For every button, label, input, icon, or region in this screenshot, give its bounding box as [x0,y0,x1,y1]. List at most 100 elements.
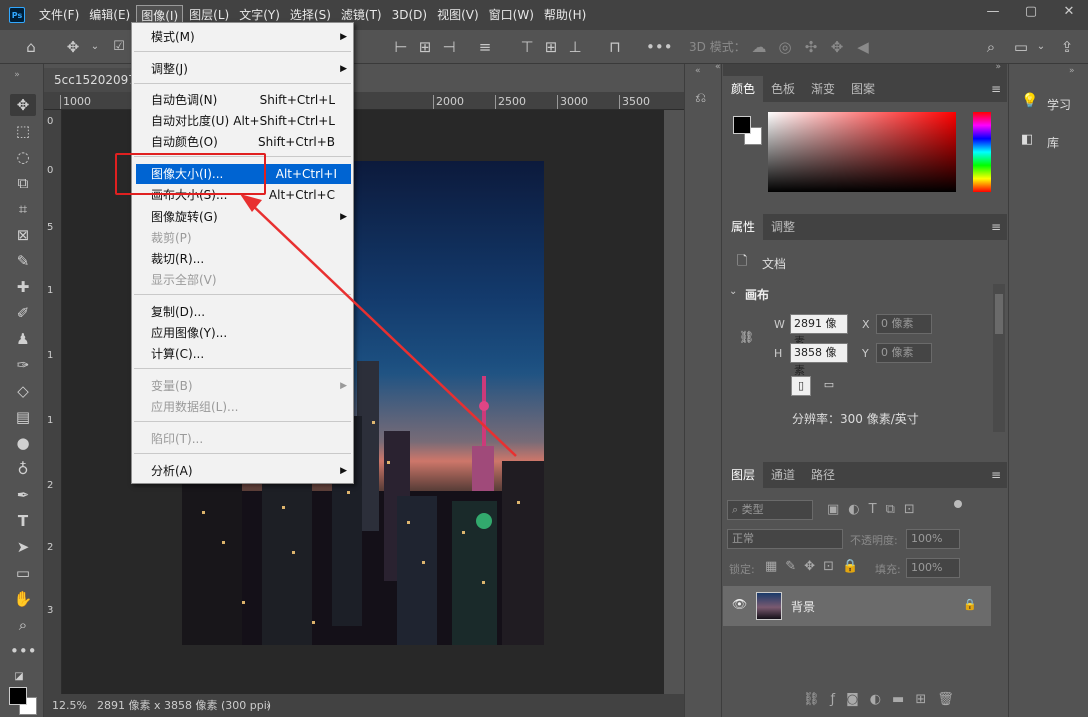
panel-menu-icon[interactable]: ≡ [991,82,1001,96]
share-icon[interactable]: ⇪ [1056,37,1078,57]
align-right-icon[interactable]: ⊣ [438,37,460,57]
status-menu-arrow[interactable]: › [266,694,270,717]
menu-item-analysis[interactable]: 分析(A) ▶ [132,461,353,481]
link-icon[interactable]: ⛓ [739,330,754,344]
blur-tool-icon[interactable]: ● [10,432,36,454]
more-options-icon[interactable]: ••• [646,37,673,57]
menu-item-adjustments[interactable]: 调整(J) ▶ [132,59,353,79]
landscape-orientation-button[interactable]: ▭ [819,376,839,396]
pen-tool-icon[interactable]: ✒ [10,484,36,506]
marquee-tool-icon[interactable]: ⬚ [10,120,36,142]
default-colors-icon[interactable]: ◪ [6,666,32,688]
type-tool-icon[interactable]: T [10,510,36,532]
move-tool-icon[interactable]: ✥ [62,37,84,57]
gradient-tool-icon[interactable]: ▤ [10,406,36,428]
crop-tool-icon[interactable]: ⌗ [10,198,36,220]
zoom-level[interactable]: 12.5% [52,694,87,717]
tab-swatches[interactable]: 色板 [763,76,803,102]
hue-slider[interactable] [973,112,991,192]
expand-panels-icon[interactable]: « [695,66,701,76]
frame-tool-icon[interactable]: ⊠ [10,224,36,246]
close-button[interactable]: ✕ [1050,0,1088,22]
filter-toggle-icon[interactable] [954,500,962,508]
x-field[interactable]: 0 像素 [876,314,932,334]
dodge-tool-icon[interactable]: ♁ [10,458,36,480]
distribute-icon[interactable]: ≡ [474,37,496,57]
collapse-panel-icon[interactable]: » [1069,66,1075,76]
tab-paths[interactable]: 路径 [803,462,843,488]
menu-item-mode[interactable]: 模式(M) ▶ [132,27,353,47]
layer-actions-icons[interactable]: ⛓ƒ◙◐▬⊞🗑 [803,692,965,707]
collapse-toolbar-icon[interactable]: » [4,64,30,86]
opacity-field[interactable]: 100% [906,529,960,549]
menu-item-auto-tone[interactable]: 自动色调(N) Shift+Ctrl+L [132,90,353,110]
align-center-icon[interactable]: ⊞ [414,37,436,57]
menu-item-auto-contrast[interactable]: 自动对比度(U) Alt+Shift+Ctrl+L [132,111,353,131]
eraser-tool-icon[interactable]: ◇ [10,380,36,402]
expand-panel-icon[interactable]: « [715,62,721,72]
menu-item-calculations[interactable]: 计算(C)... [132,344,353,364]
scrollbar[interactable] [993,284,1005,432]
3d-camera-icon[interactable]: ◀ [852,37,874,57]
menu-3d[interactable]: 3D(D) [388,5,431,25]
menu-help[interactable]: 帮助(H) [540,5,590,25]
tab-channels[interactable]: 通道 [763,462,803,488]
layer-filter-select[interactable]: ⌕ 类型 [727,500,813,520]
eye-icon[interactable]: 👁 [732,597,747,611]
menu-window[interactable]: 窗口(W) [485,5,538,25]
history-brush-tool-icon[interactable]: ✑ [10,354,36,376]
align-left-icon[interactable]: ⊢ [390,37,412,57]
tab-layers[interactable]: 图层 [723,462,764,488]
distribute-vertical-icon[interactable]: ⊓ [604,37,626,57]
checkbox-icon[interactable]: ☑ [108,37,130,57]
document-tab[interactable]: 5cc15202097a [44,68,134,92]
tab-adjustments[interactable]: 调整 [763,214,803,240]
lock-icons[interactable]: ▦✎✥⊡🔒 [765,559,866,574]
lasso-tool-icon[interactable]: ◌ [10,146,36,168]
panel-menu-icon[interactable]: ≡ [991,220,1001,234]
workspace-icon[interactable]: ▭ [1010,37,1032,57]
brush-tool-icon[interactable]: ✐ [10,302,36,324]
y-field[interactable]: 0 像素 [876,343,932,363]
panel-menu-icon[interactable]: ≡ [991,468,1001,482]
layer-row[interactable]: 👁 背景 🔒 [723,586,991,626]
menu-edit[interactable]: 编辑(E) [85,5,134,25]
menu-item-auto-color[interactable]: 自动颜色(O) Shift+Ctrl+B [132,132,353,152]
3d-pan-icon[interactable]: ✣ [800,37,822,57]
chevron-down-icon[interactable]: ⌄ [1030,37,1052,57]
tab-color[interactable]: 颜色 [723,76,764,102]
blend-mode-select[interactable]: 正常 [727,529,843,549]
minimize-button[interactable]: — [974,0,1012,22]
fill-field[interactable]: 100% [906,558,960,578]
history-icon[interactable]: ⎌ [695,90,706,106]
clone-stamp-tool-icon[interactable]: ♟ [10,328,36,350]
object-select-tool-icon[interactable]: ⧉ [10,172,36,194]
search-icon[interactable]: ⌕ [980,37,1002,57]
chevron-down-icon[interactable]: ⌄ [729,286,737,297]
menu-item-image-rotation[interactable]: 图像旋转(G) ▶ [132,207,353,227]
zoom-tool-icon[interactable]: ⌕ [10,614,36,636]
tab-properties[interactable]: 属性 [723,214,764,240]
move-tool-icon[interactable]: ✥ [10,94,36,116]
align-top-icon[interactable]: ⊤ [516,37,538,57]
restore-button[interactable]: ▢ [1012,0,1050,22]
foreground-color-swatch[interactable] [9,687,27,705]
libraries-panel-button[interactable]: ◧ 库 [1017,126,1083,156]
foreground-color-swatch[interactable] [733,116,751,134]
align-bottom-icon[interactable]: ⊥ [564,37,586,57]
align-middle-icon[interactable]: ⊞ [540,37,562,57]
layer-name[interactable]: 背景 [791,598,815,615]
edit-toolbar-icon[interactable]: ••• [10,640,37,662]
3d-roll-icon[interactable]: ◎ [774,37,796,57]
eyedropper-tool-icon[interactable]: ✎ [10,250,36,272]
menu-item-trim[interactable]: 裁切(R)... [132,249,353,269]
collapse-panel-icon[interactable]: » [995,62,1001,72]
menu-item-apply-image[interactable]: 应用图像(Y)... [132,323,353,343]
hand-tool-icon[interactable]: ✋ [10,588,36,610]
menu-file[interactable]: 文件(F) [35,5,83,25]
color-field[interactable] [768,112,956,192]
rectangle-tool-icon[interactable]: ▭ [10,562,36,584]
3d-orbit-icon[interactable]: ☁ [748,37,770,57]
menu-view[interactable]: 视图(V) [433,5,483,25]
tab-gradients[interactable]: 渐变 [803,76,843,102]
